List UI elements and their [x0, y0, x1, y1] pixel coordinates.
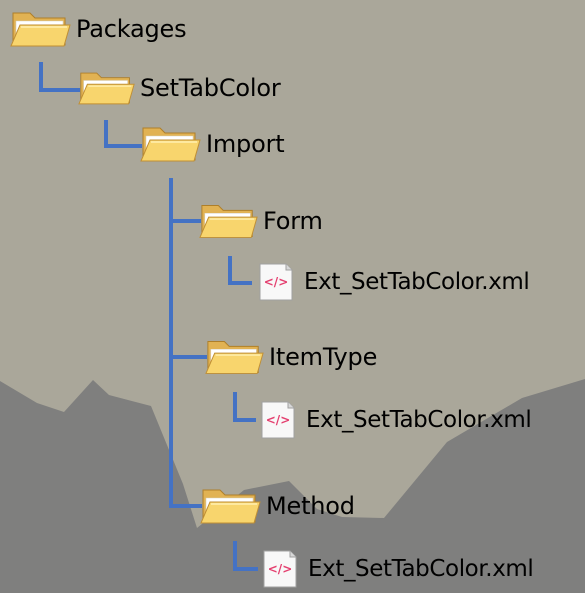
connector-itemtype-file: [233, 392, 256, 422]
tree-node-import[interactable]: Import: [140, 124, 285, 164]
tree-node-itemtype[interactable]: ItemType: [205, 337, 377, 377]
tree-node-label: Ext_SetTabColor.xml: [304, 269, 530, 295]
xml-file-icon: </>: [259, 263, 293, 301]
svg-text:</>: </>: [268, 562, 293, 576]
tree-node-settabcolor[interactable]: SetTabColor: [78, 68, 281, 108]
svg-text:</>: </>: [264, 275, 289, 289]
xml-file-icon: </>: [261, 401, 295, 439]
connector-import: [104, 120, 142, 148]
folder-icon: [199, 205, 258, 238]
connector-method-file: [233, 541, 258, 571]
folder-icon: [140, 127, 201, 162]
svg-text:</>: </>: [266, 413, 291, 427]
tree-node-label: Ext_SetTabColor.xml: [306, 407, 532, 433]
tree-node-packages[interactable]: Packages: [10, 9, 187, 49]
tree-node-itemtype-file[interactable]: </> Ext_SetTabColor.xml: [254, 400, 532, 440]
tree-node-label: ItemType: [269, 343, 378, 371]
tree-node-label: Method: [266, 492, 355, 520]
tree-node-label: Form: [263, 207, 323, 235]
tree-node-label: Packages: [76, 15, 187, 43]
folder-icon: [200, 489, 261, 524]
connector-settabcolor: [39, 62, 80, 92]
connector-form-file: [228, 256, 252, 285]
tree-node-label: Ext_SetTabColor.xml: [308, 556, 534, 582]
tree-node-method[interactable]: Method: [200, 486, 355, 526]
folder-icon: [78, 72, 135, 105]
folder-icon: [205, 341, 264, 374]
xml-file-icon: </>: [263, 550, 297, 588]
tree-node-form[interactable]: Form: [199, 201, 323, 241]
file-tree-canvas: Packages SetTabColor Import Form </> Ext…: [0, 0, 585, 593]
tree-node-label: Import: [206, 130, 285, 158]
folder-icon: [10, 12, 71, 47]
tree-node-method-file[interactable]: </> Ext_SetTabColor.xml: [256, 549, 534, 589]
tree-node-label: SetTabColor: [140, 74, 281, 102]
tree-node-form-file[interactable]: </> Ext_SetTabColor.xml: [252, 262, 530, 302]
